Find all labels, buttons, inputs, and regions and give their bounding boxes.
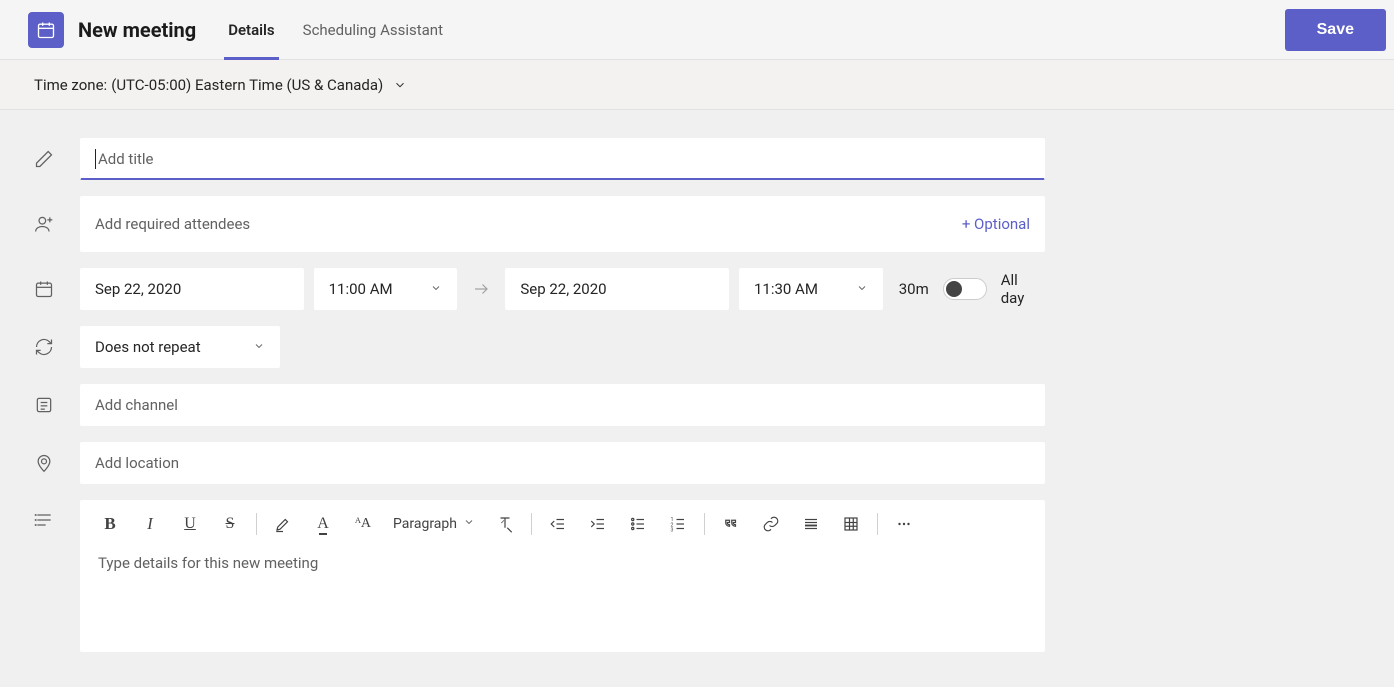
pencil-icon — [34, 149, 80, 169]
tab-details[interactable]: Details — [214, 0, 288, 59]
font-size-button[interactable]: ᴬA — [343, 504, 383, 544]
all-day-label: All day — [1001, 271, 1045, 307]
channel-input[interactable]: Add channel — [80, 384, 1045, 426]
attendees-placeholder: Add required attendees — [95, 215, 250, 233]
svg-text:3: 3 — [670, 528, 673, 534]
underline-button[interactable]: U — [170, 504, 210, 544]
italic-button[interactable]: I — [130, 504, 170, 544]
people-add-icon — [34, 214, 80, 234]
horizontal-rule-button[interactable] — [791, 504, 831, 544]
description-textarea[interactable]: Type details for this new meeting — [80, 548, 1045, 652]
calendar-app-icon — [28, 12, 64, 48]
description-placeholder: Type details for this new meeting — [98, 554, 318, 572]
editor-toolbar: B I U S A ᴬA Paragraph — [80, 500, 1045, 548]
row-title: Add title — [34, 130, 1045, 188]
header-bar: New meeting Details Scheduling Assistant… — [0, 0, 1394, 60]
arrow-right-icon — [467, 280, 495, 298]
row-channel: Add channel — [34, 376, 1045, 434]
timezone-selector[interactable]: Time zone: (UTC-05:00) Eastern Time (US … — [0, 60, 1394, 110]
title-input[interactable]: Add title — [80, 138, 1045, 180]
row-datetime: Sep 22, 2020 11:00 AM Sep 22, 2020 11:30… — [34, 260, 1045, 318]
start-time-input[interactable]: 11:00 AM — [314, 268, 458, 310]
numbered-list-button[interactable]: 123 — [658, 504, 698, 544]
row-description: B I U S A ᴬA Paragraph — [34, 492, 1045, 660]
calendar-icon — [34, 279, 80, 299]
chevron-down-icon — [856, 280, 868, 298]
toolbar-separator — [877, 513, 878, 535]
row-location: Add location — [34, 434, 1045, 492]
text-cursor — [95, 149, 96, 169]
indent-button[interactable] — [578, 504, 618, 544]
page-title: New meeting — [78, 18, 196, 42]
timezone-value: (UTC-05:00) Eastern Time (US & Canada) — [111, 76, 383, 94]
quote-button[interactable] — [711, 504, 751, 544]
paragraph-label: Paragraph — [393, 516, 457, 532]
end-time-value: 11:30 AM — [754, 280, 818, 298]
timezone-prefix: Time zone: — [34, 76, 107, 94]
location-placeholder: Add location — [95, 454, 179, 472]
channel-icon — [34, 395, 80, 415]
outdent-button[interactable] — [538, 504, 578, 544]
location-icon — [34, 453, 80, 473]
end-date-value: Sep 22, 2020 — [520, 280, 606, 298]
attendees-input[interactable]: Add required attendees + Optional — [80, 196, 1045, 252]
chevron-down-icon — [253, 338, 265, 356]
start-time-value: 11:00 AM — [329, 280, 393, 298]
start-date-value: Sep 22, 2020 — [95, 280, 181, 298]
bold-button[interactable]: B — [90, 504, 130, 544]
toolbar-separator — [531, 513, 532, 535]
strikethrough-button[interactable]: S — [210, 504, 250, 544]
chevron-down-icon — [430, 280, 442, 298]
channel-placeholder: Add channel — [95, 396, 178, 414]
header-tabs: Details Scheduling Assistant — [214, 0, 457, 59]
duration-label: 30m — [899, 280, 929, 298]
start-date-input[interactable]: Sep 22, 2020 — [80, 268, 304, 310]
toolbar-separator — [704, 513, 705, 535]
table-button[interactable] — [831, 504, 871, 544]
chevron-down-icon — [463, 516, 475, 532]
optional-attendees-link[interactable]: + Optional — [962, 215, 1030, 233]
repeat-icon — [34, 337, 80, 357]
row-repeat: Does not repeat — [34, 318, 1045, 376]
all-day-toggle[interactable] — [943, 278, 987, 300]
chevron-down-icon — [393, 78, 407, 92]
save-button[interactable]: Save — [1285, 9, 1386, 51]
highlight-button[interactable] — [263, 504, 303, 544]
toolbar-separator — [256, 513, 257, 535]
description-icon — [34, 500, 80, 530]
more-options-button[interactable] — [884, 504, 924, 544]
description-editor: B I U S A ᴬA Paragraph — [80, 500, 1045, 652]
meeting-form: Add title Add required attendees + Optio… — [0, 110, 1045, 660]
title-placeholder: Add title — [98, 150, 154, 168]
font-color-button[interactable]: A — [303, 504, 343, 544]
location-input[interactable]: Add location — [80, 442, 1045, 484]
end-time-input[interactable]: 11:30 AM — [739, 268, 883, 310]
repeat-select[interactable]: Does not repeat — [80, 326, 280, 368]
toggle-knob — [946, 281, 962, 297]
end-date-input[interactable]: Sep 22, 2020 — [505, 268, 729, 310]
link-button[interactable] — [751, 504, 791, 544]
paragraph-style-select[interactable]: Paragraph — [383, 504, 485, 544]
repeat-value: Does not repeat — [95, 338, 201, 356]
tab-scheduling-assistant[interactable]: Scheduling Assistant — [289, 0, 457, 59]
clear-formatting-button[interactable] — [485, 504, 525, 544]
row-attendees: Add required attendees + Optional — [34, 188, 1045, 260]
bullet-list-button[interactable] — [618, 504, 658, 544]
